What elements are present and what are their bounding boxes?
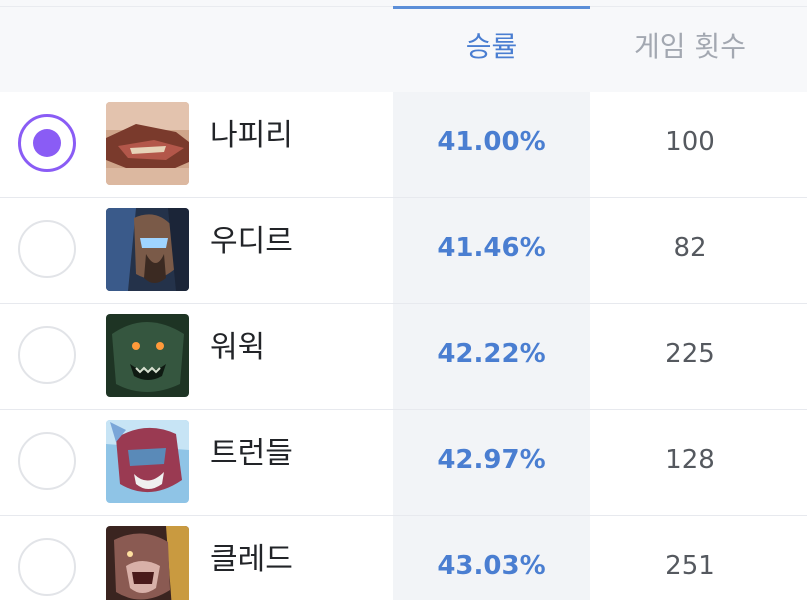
trundle-portrait-icon [106, 420, 189, 503]
column-header-games[interactable]: 게임 횟수 [590, 24, 790, 70]
winrate-value: 42.97% [437, 445, 546, 475]
naafiri-portrait-icon [106, 102, 189, 185]
games-count: 251 [665, 551, 715, 581]
kled-portrait-icon [106, 526, 189, 600]
column-header-winrate[interactable]: 승률 [393, 24, 590, 70]
winrate-value: 43.03% [437, 551, 546, 581]
radio-button[interactable] [18, 326, 76, 384]
udyr-portrait-icon [106, 208, 189, 291]
champion-name: 우디르 [210, 224, 293, 259]
table-row[interactable]: 트런들 42.97% 128 [0, 410, 807, 516]
table-row[interactable]: 워윅 42.22% 225 [0, 304, 807, 410]
games-count: 82 [673, 233, 707, 263]
winrate-value: 42.22% [437, 339, 546, 369]
radio-button[interactable] [18, 432, 76, 490]
games-count: 225 [665, 339, 715, 369]
radio-button[interactable] [18, 538, 76, 596]
radio-button[interactable] [18, 114, 76, 172]
table-row[interactable]: 클레드 43.03% 251 [0, 516, 807, 600]
warwick-portrait-icon [106, 314, 189, 397]
table-row[interactable]: 우디르 41.46% 82 [0, 198, 807, 304]
table-header: 승률 게임 횟수 [0, 0, 807, 92]
radio-button[interactable] [18, 220, 76, 278]
games-count: 128 [665, 445, 715, 475]
champion-name: 나피리 [210, 118, 293, 153]
champion-name: 트런들 [210, 436, 293, 471]
games-count: 100 [665, 127, 715, 157]
winrate-value: 41.00% [437, 127, 546, 157]
champion-name: 클레드 [210, 542, 293, 577]
winrate-value: 41.46% [437, 233, 546, 263]
table-row[interactable]: 나피리 41.00% 100 [0, 92, 807, 198]
radio-selected-dot [33, 129, 61, 157]
champion-name: 워윅 [210, 330, 266, 365]
champion-stats-table: 승률 게임 횟수 나피리 41.00% 100 우디르 41.46% 82 워윅… [0, 0, 807, 600]
sort-indicator [393, 6, 590, 9]
